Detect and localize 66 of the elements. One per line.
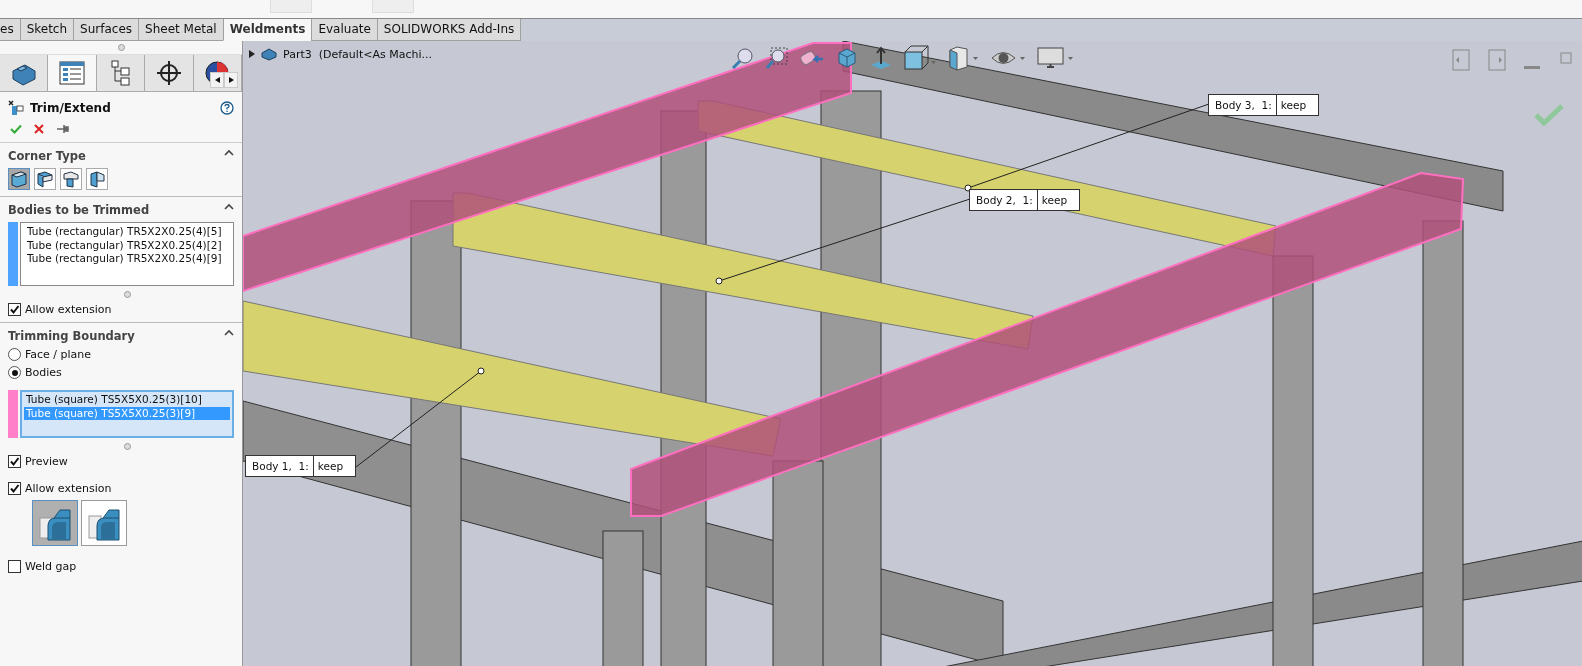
corner-type-button[interactable] xyxy=(34,168,56,190)
configurations-icon xyxy=(108,59,133,87)
list-item[interactable]: Tube (rectangular) TR5X2X0.25(4)[5] xyxy=(25,225,229,239)
radio-button[interactable] xyxy=(8,348,21,361)
radio-label: Bodies xyxy=(25,366,62,379)
scroll-right-icon[interactable] xyxy=(224,72,238,88)
body-callout[interactable]: Body 3, 1: keep xyxy=(1208,94,1320,116)
body-callout[interactable]: Body 2, 1: keep xyxy=(969,189,1081,211)
section-title: Trimming Boundary xyxy=(8,329,135,343)
ribbon-tab[interactable]: Evaluate xyxy=(311,19,378,41)
checkbox[interactable] xyxy=(8,455,21,468)
part-icon xyxy=(261,47,277,61)
properties-icon xyxy=(58,60,87,86)
resize-handle[interactable] xyxy=(123,291,131,298)
radio-button[interactable] xyxy=(8,366,21,379)
checkbox-label: Allow extension xyxy=(25,482,112,495)
help-icon[interactable] xyxy=(220,101,234,115)
cube-icon[interactable] xyxy=(835,46,859,70)
radio-label: Face / plane xyxy=(25,348,92,361)
ribbon-tab[interactable]: SOLIDWORKS Add-Ins xyxy=(376,19,522,41)
list-item[interactable]: Tube (square) TS5X5X0.25(3)[10] xyxy=(24,393,230,407)
collapse-icon[interactable] xyxy=(224,329,234,336)
pin-icon[interactable] xyxy=(56,124,70,134)
ribbon-tab[interactable]: es xyxy=(0,19,21,41)
corner-type-button[interactable] xyxy=(86,168,108,190)
checkbox-label: Weld gap xyxy=(25,560,77,573)
list-item[interactable]: Tube (rectangular) TR5X2X0.25(4)[2] xyxy=(25,238,229,252)
monitor-icon[interactable] xyxy=(1037,45,1075,71)
ribbon-tab[interactable]: Surfaces xyxy=(73,19,140,41)
boundary-list[interactable]: Tube (square) TS5X5X0.25(3)[10] Tube (square) TS5X5X0.25(3)[9] xyxy=(20,390,234,438)
checkbox[interactable] xyxy=(8,482,21,495)
extension-style-button[interactable] xyxy=(81,500,127,546)
feature-tree-item[interactable]: Part3 (Default<As Machi... xyxy=(283,47,432,61)
expand-icon[interactable] xyxy=(249,50,255,58)
extension-style-button[interactable] xyxy=(32,500,78,546)
checkbox[interactable] xyxy=(8,560,21,573)
corner-type-button[interactable] xyxy=(8,168,30,190)
bodies-list[interactable]: Tube (rectangular) TR5X2X0.25(4)[5] Tube (rectangular) TR5X2X0.25(4)[2] Tube (rectangular) TR5X2X0.25(4)[9] xyxy=(20,222,234,286)
checkbox-label: Preview xyxy=(25,455,68,468)
part-tab[interactable] xyxy=(0,55,49,91)
section-title: Bodies to be Trimmed xyxy=(8,203,150,217)
scroll-left-icon[interactable] xyxy=(210,72,224,88)
dimxpert-tab[interactable] xyxy=(145,55,194,91)
dimxpert-icon xyxy=(155,60,182,86)
corner-type-button[interactable] xyxy=(60,168,82,190)
section-title: Corner Type xyxy=(8,149,86,163)
resize-handle[interactable] xyxy=(117,44,125,51)
collapse-icon[interactable] xyxy=(224,203,234,210)
cancel-icon[interactable] xyxy=(34,124,44,134)
ribbon-tab[interactable]: Weldments xyxy=(222,19,313,41)
resize-handle[interactable] xyxy=(123,443,131,450)
normal-to-icon[interactable] xyxy=(869,46,893,70)
collapse-icon[interactable] xyxy=(224,149,234,156)
ribbon-tab[interactable]: Sheet Metal xyxy=(138,19,224,41)
display-style-icon[interactable] xyxy=(947,45,981,71)
checkbox[interactable] xyxy=(8,303,21,316)
view-orientation-icon[interactable] xyxy=(903,45,937,71)
list-item[interactable]: Tube (rectangular) TR5X2X0.25(4)[9] xyxy=(25,252,229,266)
ribbon-tab[interactable]: Sketch xyxy=(19,19,75,41)
zoom-to-fit-icon[interactable] xyxy=(731,47,755,69)
ok-icon[interactable] xyxy=(10,124,22,134)
body-callout[interactable]: Body 1, 1: keep xyxy=(245,455,357,477)
trim-extend-icon xyxy=(8,100,24,116)
feature-title: Trim/Extend xyxy=(30,101,112,115)
zoom-to-area-icon[interactable] xyxy=(765,47,789,69)
checkbox-label: Allow extension xyxy=(25,303,112,316)
